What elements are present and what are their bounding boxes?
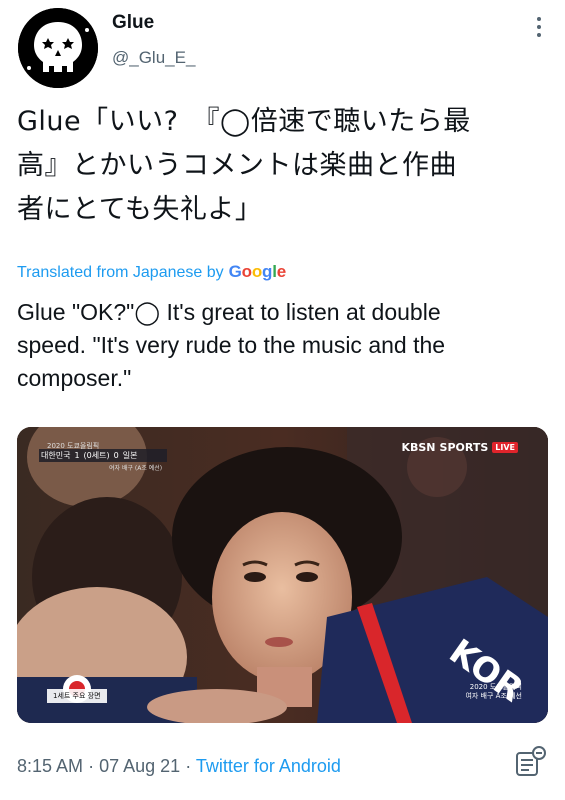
translated-text-line: speed. "It's very rude to the music and … [17,332,446,358]
translated-text-line: composer." [17,365,132,391]
score-overlay: 2020 도쿄올림픽 대한민국 1 (0세트) 0 일본 여자 배구 (A조 예… [39,441,167,472]
translated-label: Translated from Japanese by [17,264,224,281]
translated-text-line: Glue "OK?"◯ It's great to listen at doub… [17,299,441,325]
tweet-source-link[interactable]: Twitter for Android [196,756,341,776]
more-options-icon[interactable] [530,14,548,40]
score-bar: 대한민국 1 (0세트) 0 일본 [39,449,167,462]
tweet-media-image[interactable]: KOR 2020 도쿄올림픽 대한민국 1 (0세트) 0 일본 여자 배구 (… [17,427,548,723]
tweet-header: Glue @_Glu_E_ [0,0,565,90]
tweet-analytics-icon[interactable] [513,745,547,779]
score-middle: (0세트) [83,451,110,460]
team-right: 일본 [122,451,138,460]
meta-separator: · [185,756,192,776]
tweet-text-line: 高』とかいうコメントは楽曲と作曲 [17,150,457,181]
tweet-text-line: Glue「いい? 『◯倍速で聴いたら最 [17,106,471,137]
google-logo: Google [228,262,287,281]
translated-text: Glue "OK?"◯ It's great to listen at doub… [17,296,547,395]
tweet-meta: 8:15 AM · 07 Aug 21 · Twitter for Androi… [17,756,341,777]
avatar[interactable] [18,8,98,88]
media-caption: 1세트 주요 장면 [47,689,107,703]
olympic-line: 2020 도쿄올림픽 [469,683,522,691]
olympic-watermark: 2020 도쿄올림픽 여자 배구 A조 예선 [465,683,522,701]
translation-attribution[interactable]: Translated from Japanese by Google [17,262,286,282]
meta-separator: · [88,756,95,776]
display-name[interactable]: Glue [112,12,154,34]
tweet-date: 07 Aug 21 [99,756,181,776]
tweet-text: Glue「いい? 『◯倍速で聴いたら最 高』とかいうコメントは楽曲と作曲 者にと… [17,100,547,232]
team-left: 대한민국 [41,451,71,460]
tweet-time: 8:15 AM [17,756,84,776]
tweet-text-line: 者にとても失礼よ」 [17,194,263,225]
user-handle[interactable]: @_Glu_E_ [112,48,195,68]
skull-avatar-icon [18,8,98,88]
score-left: 1 [74,451,80,460]
score-right: 0 [113,451,119,460]
volleyball-photo: KOR [17,427,548,723]
olympic-line: 여자 배구 A조 예선 [465,692,522,700]
broadcaster-name: KBSN [401,441,436,454]
broadcaster-logo: KBSN SPORTS LIVE [401,441,518,454]
broadcaster-sports: SPORTS [439,441,489,454]
live-badge: LIVE [492,442,518,453]
score-subtitle: 여자 배구 (A조 예선) [109,465,163,472]
